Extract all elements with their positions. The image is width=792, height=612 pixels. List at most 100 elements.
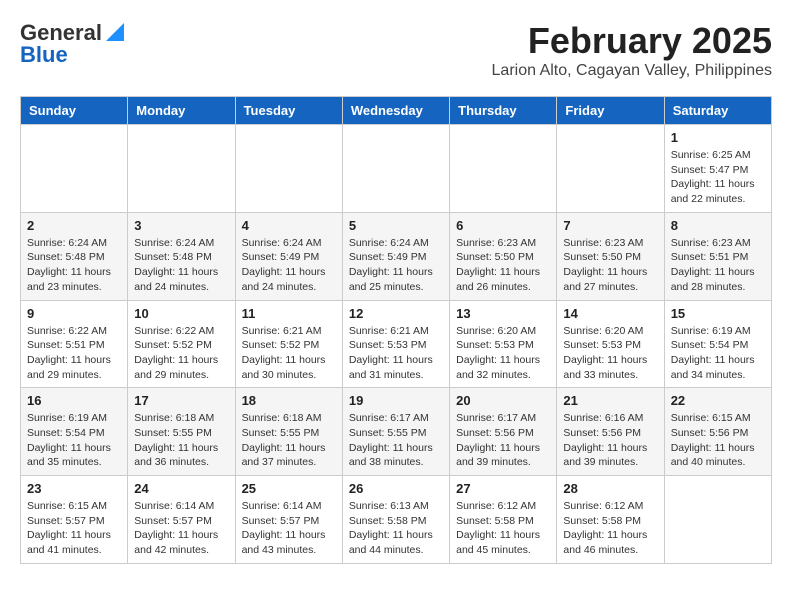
calendar-table: SundayMondayTuesdayWednesdayThursdayFrid… [20,96,772,564]
day-info: Sunrise: 6:22 AM Sunset: 5:51 PM Dayligh… [27,324,121,383]
week-row-3: 16Sunrise: 6:19 AM Sunset: 5:54 PM Dayli… [21,388,772,476]
day-number: 20 [456,393,550,408]
header-monday: Monday [128,97,235,125]
day-number: 23 [27,481,121,496]
day-info: Sunrise: 6:16 AM Sunset: 5:56 PM Dayligh… [563,411,657,470]
calendar-cell: 19 Sunrise: 6:17 AM Sunset: 5:55 PM Dayli… [342,388,449,476]
day-info: Sunrise: 6:14 AM Sunset: 5:57 PM Dayligh… [242,499,336,558]
day-number: 24 [134,481,228,496]
day-info: Sunrise: 6:12 AM Sunset: 5:58 PM Dayligh… [563,499,657,558]
day-info: Sunrise: 6:24 AM Sunset: 5:48 PM Dayligh… [27,236,121,295]
day-info: Sunrise: 6:23 AM Sunset: 5:50 PM Dayligh… [456,236,550,295]
day-number: 26 [349,481,443,496]
day-number: 9 [27,306,121,321]
day-number: 21 [563,393,657,408]
calendar-cell: 21 Sunrise: 6:16 AM Sunset: 5:56 PM Dayli… [557,388,664,476]
calendar-cell: 12 Sunrise: 6:21 AM Sunset: 5:53 PM Dayli… [342,300,449,388]
header-tuesday: Tuesday [235,97,342,125]
day-info: Sunrise: 6:20 AM Sunset: 5:53 PM Dayligh… [456,324,550,383]
calendar-cell: 20Sunrise: 6:17 AM Sunset: 5:56 PM Dayli… [450,388,557,476]
calendar-cell: 9 Sunrise: 6:22 AM Sunset: 5:51 PM Daylig… [21,300,128,388]
calendar-cell: 22Sunrise: 6:15 AM Sunset: 5:56 PM Dayli… [664,388,771,476]
day-number: 1 [671,130,765,145]
day-number: 8 [671,218,765,233]
week-row-0: 1 Sunrise: 6:25 AM Sunset: 5:47 PM Daylig… [21,125,772,213]
day-info: Sunrise: 6:14 AM Sunset: 5:57 PM Dayligh… [134,499,228,558]
calendar-cell [342,125,449,213]
header-thursday: Thursday [450,97,557,125]
day-info: Sunrise: 6:15 AM Sunset: 5:57 PM Dayligh… [27,499,121,558]
week-row-1: 2 Sunrise: 6:24 AM Sunset: 5:48 PM Daylig… [21,212,772,300]
calendar-cell: 14 Sunrise: 6:20 AM Sunset: 5:53 PM Dayli… [557,300,664,388]
day-info: Sunrise: 6:13 AM Sunset: 5:58 PM Dayligh… [349,499,443,558]
day-number: 28 [563,481,657,496]
calendar-cell: 8 Sunrise: 6:23 AM Sunset: 5:51 PM Daylig… [664,212,771,300]
day-number: 15 [671,306,765,321]
day-number: 4 [242,218,336,233]
calendar-cell: 4 Sunrise: 6:24 AM Sunset: 5:49 PM Daylig… [235,212,342,300]
week-row-2: 9 Sunrise: 6:22 AM Sunset: 5:51 PM Daylig… [21,300,772,388]
day-info: Sunrise: 6:19 AM Sunset: 5:54 PM Dayligh… [27,411,121,470]
day-info: Sunrise: 6:18 AM Sunset: 5:55 PM Dayligh… [242,411,336,470]
calendar-cell: 13Sunrise: 6:20 AM Sunset: 5:53 PM Dayli… [450,300,557,388]
calendar-cell: 15 Sunrise: 6:19 AM Sunset: 5:54 PM Dayli… [664,300,771,388]
logo-triangle-icon [106,23,124,46]
logo-text-blue: Blue [20,42,68,68]
day-number: 5 [349,218,443,233]
day-info: Sunrise: 6:25 AM Sunset: 5:47 PM Dayligh… [671,148,765,207]
day-number: 10 [134,306,228,321]
header-sunday: Sunday [21,97,128,125]
page-subtitle: Larion Alto, Cagayan Valley, Philippines [492,62,772,80]
calendar-cell: 11Sunrise: 6:21 AM Sunset: 5:52 PM Dayli… [235,300,342,388]
calendar-cell: 17Sunrise: 6:18 AM Sunset: 5:55 PM Dayli… [128,388,235,476]
header-saturday: Saturday [664,97,771,125]
day-info: Sunrise: 6:24 AM Sunset: 5:48 PM Dayligh… [134,236,228,295]
day-number: 3 [134,218,228,233]
day-info: Sunrise: 6:18 AM Sunset: 5:55 PM Dayligh… [134,411,228,470]
calendar-cell: 24 Sunrise: 6:14 AM Sunset: 5:57 PM Dayli… [128,476,235,564]
day-number: 11 [242,306,336,321]
day-number: 27 [456,481,550,496]
calendar-cell [557,125,664,213]
day-number: 19 [349,393,443,408]
day-info: Sunrise: 6:21 AM Sunset: 5:53 PM Dayligh… [349,324,443,383]
calendar-cell: 28 Sunrise: 6:12 AM Sunset: 5:58 PM Dayli… [557,476,664,564]
day-number: 18 [242,393,336,408]
day-info: Sunrise: 6:24 AM Sunset: 5:49 PM Dayligh… [349,236,443,295]
calendar-cell [128,125,235,213]
calendar-header-row: SundayMondayTuesdayWednesdayThursdayFrid… [21,97,772,125]
calendar-cell: 10 Sunrise: 6:22 AM Sunset: 5:52 PM Dayli… [128,300,235,388]
calendar-cell: 7 Sunrise: 6:23 AM Sunset: 5:50 PM Daylig… [557,212,664,300]
day-number: 14 [563,306,657,321]
calendar-cell: 27 Sunrise: 6:12 AM Sunset: 5:58 PM Dayli… [450,476,557,564]
logo: General Blue [20,20,124,68]
header-friday: Friday [557,97,664,125]
calendar-cell [235,125,342,213]
title-block: February 2025 Larion Alto, Cagayan Valle… [492,20,772,80]
week-row-4: 23 Sunrise: 6:15 AM Sunset: 5:57 PM Dayli… [21,476,772,564]
day-number: 2 [27,218,121,233]
day-info: Sunrise: 6:23 AM Sunset: 5:50 PM Dayligh… [563,236,657,295]
calendar-cell: 26 Sunrise: 6:13 AM Sunset: 5:58 PM Dayli… [342,476,449,564]
day-number: 7 [563,218,657,233]
day-info: Sunrise: 6:23 AM Sunset: 5:51 PM Dayligh… [671,236,765,295]
calendar-cell: 23 Sunrise: 6:15 AM Sunset: 5:57 PM Dayli… [21,476,128,564]
calendar-cell: 16Sunrise: 6:19 AM Sunset: 5:54 PM Dayli… [21,388,128,476]
day-info: Sunrise: 6:17 AM Sunset: 5:55 PM Dayligh… [349,411,443,470]
day-info: Sunrise: 6:19 AM Sunset: 5:54 PM Dayligh… [671,324,765,383]
calendar-cell: 2 Sunrise: 6:24 AM Sunset: 5:48 PM Daylig… [21,212,128,300]
day-number: 25 [242,481,336,496]
day-info: Sunrise: 6:12 AM Sunset: 5:58 PM Dayligh… [456,499,550,558]
calendar-cell: 5 Sunrise: 6:24 AM Sunset: 5:49 PM Daylig… [342,212,449,300]
page-header: General Blue February 2025 Larion Alto, … [20,20,772,80]
header-wednesday: Wednesday [342,97,449,125]
day-info: Sunrise: 6:24 AM Sunset: 5:49 PM Dayligh… [242,236,336,295]
calendar-cell: 3 Sunrise: 6:24 AM Sunset: 5:48 PM Daylig… [128,212,235,300]
calendar-cell [664,476,771,564]
calendar-cell [21,125,128,213]
day-number: 12 [349,306,443,321]
day-number: 22 [671,393,765,408]
day-info: Sunrise: 6:20 AM Sunset: 5:53 PM Dayligh… [563,324,657,383]
calendar-cell: 6Sunrise: 6:23 AM Sunset: 5:50 PM Daylig… [450,212,557,300]
day-info: Sunrise: 6:22 AM Sunset: 5:52 PM Dayligh… [134,324,228,383]
